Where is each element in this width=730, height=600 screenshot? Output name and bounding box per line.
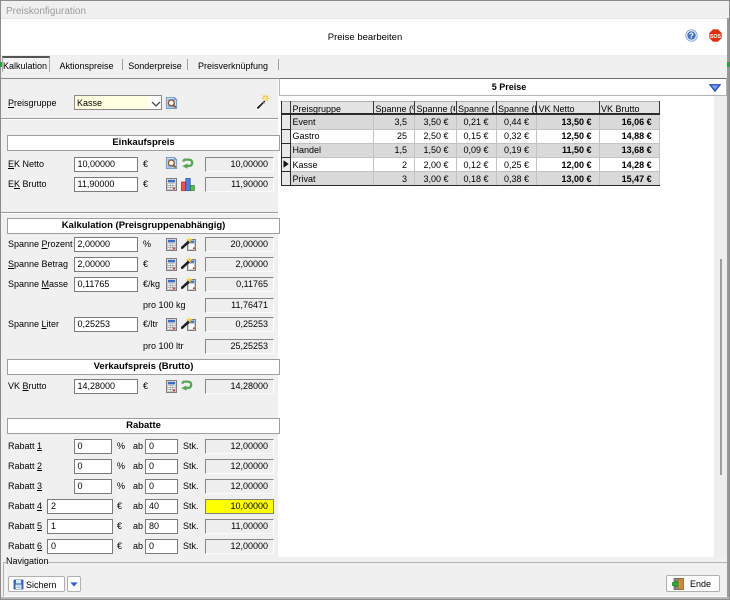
svg-text:SOS: SOS <box>710 34 721 40</box>
svg-text:?: ? <box>689 31 694 40</box>
